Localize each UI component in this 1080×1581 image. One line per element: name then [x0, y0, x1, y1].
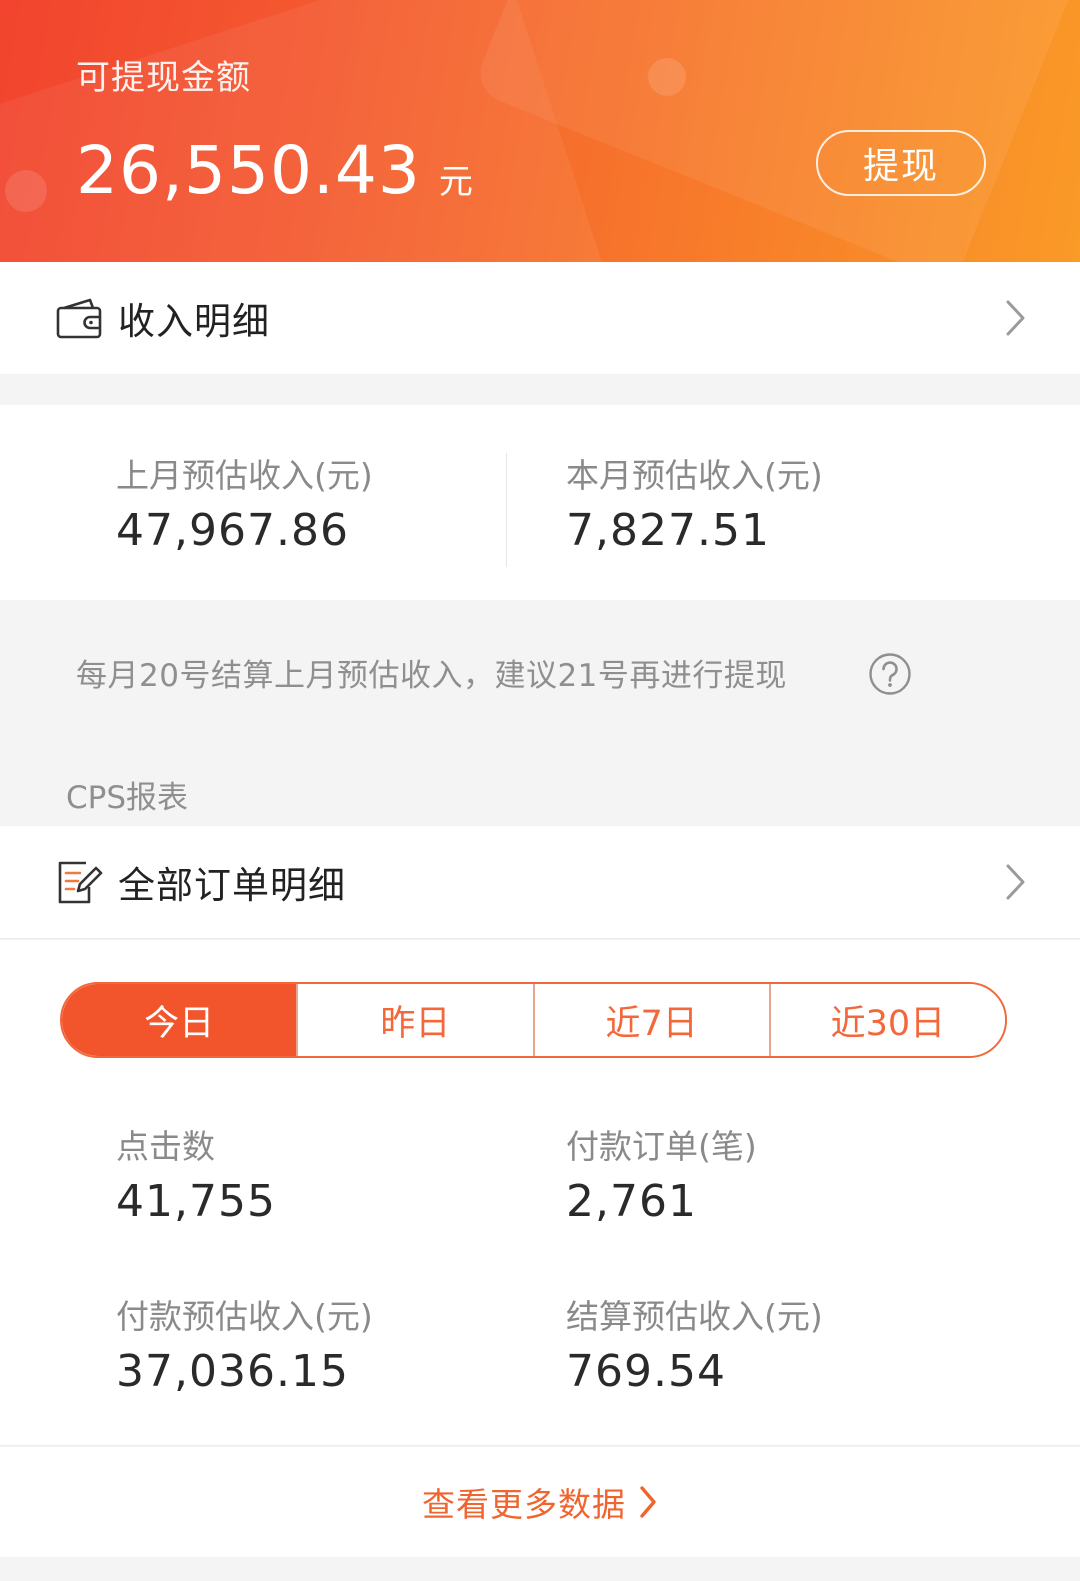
balance-value: 26,550.43 [76, 132, 421, 209]
tab-today[interactable]: 今日 [62, 984, 297, 1056]
balance-unit: 元 [438, 162, 473, 202]
balance-label: 可提现金额 [76, 58, 251, 98]
monthly-income-panel: 上月预估收入(元) 47,967.86 本月预估收入(元) 7,827.51 [0, 405, 1080, 600]
view-more-data-button[interactable]: 查看更多数据 [0, 1447, 1080, 1557]
balance-amount: 26,550.43 元 [76, 132, 473, 209]
clicks-label: 点击数 [116, 1127, 215, 1166]
cps-report-panel: 今日 昨日 近7日 近30日 点击数 41,755 付款订单(笔) 2,761 … [0, 940, 1080, 1445]
settled-income-label: 结算预估收入(元) [566, 1297, 823, 1336]
paid-income-value: 37,036.15 [116, 1346, 349, 1397]
withdraw-button[interactable]: 提现 [816, 130, 986, 196]
income-detail-label: 收入明细 [118, 300, 270, 343]
paid-orders-value: 2,761 [566, 1176, 697, 1227]
wallet-icon [56, 298, 104, 344]
chevron-right-icon [1004, 299, 1028, 341]
date-range-tabs: 今日 昨日 近7日 近30日 [60, 982, 1007, 1058]
divider [506, 453, 507, 567]
all-orders-row[interactable]: 全部订单明细 [0, 826, 1080, 938]
tab-last-7-days[interactable]: 近7日 [532, 984, 769, 1056]
tab-yesterday[interactable]: 昨日 [296, 984, 533, 1056]
last-month-income-label: 上月预估收入(元) [116, 456, 373, 495]
chevron-right-icon [1004, 863, 1028, 905]
cps-earnings-page: 可提现金额 26,550.43 元 提现 收入明细 上月预估收入(元) 47,9… [0, 0, 1080, 1581]
income-detail-row[interactable]: 收入明细 [0, 262, 1080, 374]
divider [0, 1445, 1080, 1446]
tab-last-30-days[interactable]: 近30日 [768, 984, 1005, 1056]
settled-income-value: 769.54 [566, 1346, 726, 1397]
paid-income-label: 付款预估收入(元) [116, 1297, 373, 1336]
this-month-income-label: 本月预估收入(元) [566, 456, 823, 495]
this-month-income-value: 7,827.51 [566, 505, 770, 556]
header-decoration [648, 58, 686, 96]
divider [0, 938, 1080, 939]
view-more-data-label: 查看更多数据 [422, 1485, 626, 1524]
balance-header: 可提现金额 26,550.43 元 提现 [0, 0, 1080, 262]
order-edit-icon [56, 859, 104, 909]
help-icon[interactable] [868, 652, 912, 700]
clicks-value: 41,755 [116, 1176, 276, 1227]
settlement-notice: 每月20号结算上月预估收入，建议21号再进行提现 [76, 658, 787, 694]
all-orders-label: 全部订单明细 [118, 864, 346, 907]
last-month-income-value: 47,967.86 [116, 505, 349, 556]
chevron-right-icon [638, 1485, 658, 1519]
cps-report-title: CPS报表 [66, 780, 189, 816]
paid-orders-label: 付款订单(笔) [566, 1127, 757, 1166]
header-decoration [5, 170, 47, 212]
